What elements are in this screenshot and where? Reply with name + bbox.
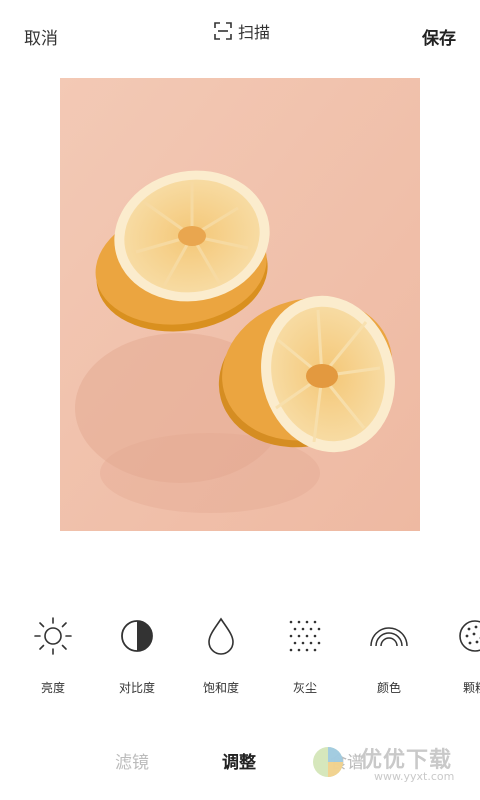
rainbow-icon	[369, 616, 409, 656]
tool-brightness[interactable]: 亮度	[18, 616, 88, 696]
bottom-tab-bar: 滤镜 调整 食谱	[0, 740, 480, 780]
sun-icon	[33, 616, 73, 656]
tool-color[interactable]: 颜色	[354, 616, 424, 696]
tool-label: 颗粒	[462, 681, 480, 695]
scan-button[interactable]: 扫描	[214, 20, 270, 42]
tool-saturation[interactable]: 饱和度	[186, 616, 256, 696]
tab-adjust[interactable]: 调整	[222, 748, 256, 773]
tool-dust[interactable]: 灰尘	[270, 616, 340, 696]
tool-contrast[interactable]: 对比度	[102, 616, 172, 696]
tool-label: 亮度	[40, 681, 65, 695]
cancel-button[interactable]: 取消	[24, 24, 58, 49]
top-bar: 取消 扫描 保存	[0, 0, 480, 70]
tab-recipes[interactable]: 食谱	[330, 748, 364, 773]
tool-label: 对比度	[118, 681, 155, 695]
tool-label: 灰尘	[292, 681, 317, 695]
scan-icon	[214, 22, 232, 40]
adjust-tools-bar: 亮度 对比度 饱和度 灰尘 颜色 颗	[0, 600, 480, 710]
contrast-icon	[117, 616, 157, 656]
tool-label: 颜色	[376, 681, 401, 695]
droplet-icon	[201, 616, 241, 656]
photo-preview	[60, 78, 420, 531]
scan-label: 扫描	[238, 23, 271, 42]
tool-grain[interactable]: 颗粒	[440, 616, 480, 696]
tool-label: 饱和度	[202, 681, 239, 695]
grain-icon	[455, 616, 480, 656]
tab-filters[interactable]: 滤镜	[115, 748, 149, 773]
save-button[interactable]: 保存	[422, 24, 456, 49]
dust-icon	[285, 616, 325, 656]
